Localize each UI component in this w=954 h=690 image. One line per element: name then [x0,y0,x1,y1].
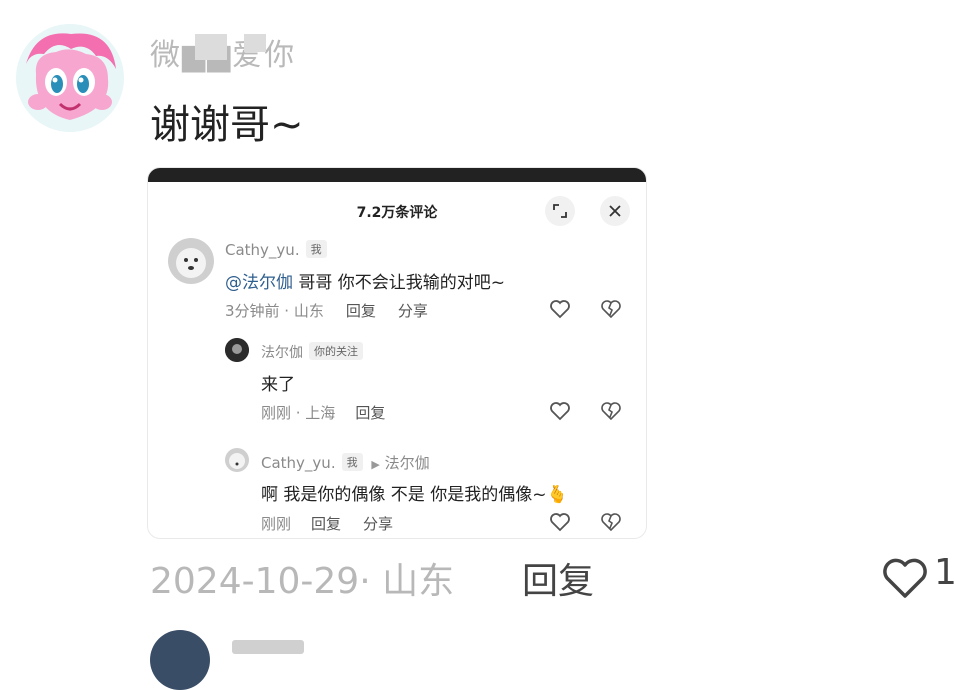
share-button[interactable]: 分享 [398,302,428,320]
expand-icon[interactable] [545,196,575,226]
close-icon[interactable] [600,196,630,226]
redaction-blur [244,34,266,52]
following-tag: 你的关注 [309,342,363,360]
username-label: Cathy_yu. [261,454,336,472]
self-tag: 我 [341,453,363,471]
commenter-avatar[interactable] [225,338,249,362]
time-location: 3分钟前 · 山东 [225,302,324,320]
comment-username[interactable]: Cathy_yu. 我 [225,240,327,259]
redaction-blur [195,34,227,60]
time-location: 刚刚 · 上海 [261,404,336,422]
username-label: Cathy_yu. [225,241,300,259]
reply-to-user[interactable]: 法尔伽 [385,454,430,472]
comment-body: 来了 [261,375,295,395]
reply-button[interactable]: 回复 [346,302,376,320]
embedded-screenshot[interactable]: 7.2万条评论 Cathy_yu. 我 @法尔伽 哥哥 你不会让我输的对吧~ 3分… [148,168,646,538]
comment-text: 哥哥 你不会让我输的对吧~ [293,273,506,293]
comment-meta: 刚刚 回复 分享 [261,513,393,534]
embed-top-bar [148,168,646,182]
comment-date-location: 2024-10-29· 山东 [150,561,455,602]
self-tag: 我 [305,240,327,258]
user-avatar[interactable] [16,24,124,132]
dislike-icon[interactable] [599,399,623,423]
reply-button[interactable]: 回复 [355,404,385,422]
reply-arrow-icon: ▶ [371,458,380,471]
like-count: 1 [934,552,954,593]
comment-meta: 刚刚 · 上海 回复 [261,402,385,423]
mention-link[interactable]: @法尔伽 [225,273,293,293]
next-user-avatar[interactable] [150,630,210,690]
heart-icon[interactable] [548,399,572,423]
comment-meta: 3分钟前 · 山东 回复 分享 [225,300,428,321]
share-button[interactable]: 分享 [363,515,393,533]
commenter-avatar[interactable] [168,238,214,284]
username-label: 法尔伽 [261,345,303,361]
heart-icon[interactable] [548,297,572,321]
reply-button[interactable]: 回复 [522,552,594,604]
reply-button[interactable]: 回复 [311,515,341,533]
next-username-cropped[interactable] [232,640,304,654]
heart-icon[interactable] [880,556,930,600]
heart-icon[interactable] [548,510,572,534]
commenter-avatar[interactable] [225,448,249,472]
comment-username[interactable]: 法尔伽 你的关注 [261,342,363,362]
dislike-icon[interactable] [599,510,623,534]
comment-username[interactable]: Cathy_yu. 我 ▶ 法尔伽 [261,452,430,473]
dislike-icon[interactable] [599,297,623,321]
comment-body: @法尔伽 哥哥 你不会让我输的对吧~ [225,268,505,293]
comment-text: 谢谢哥~ [150,102,304,148]
comment-body: 啊 我是你的偶像 不是 你是我的偶像~🫰 [261,485,568,505]
time-location: 刚刚 [261,515,292,533]
